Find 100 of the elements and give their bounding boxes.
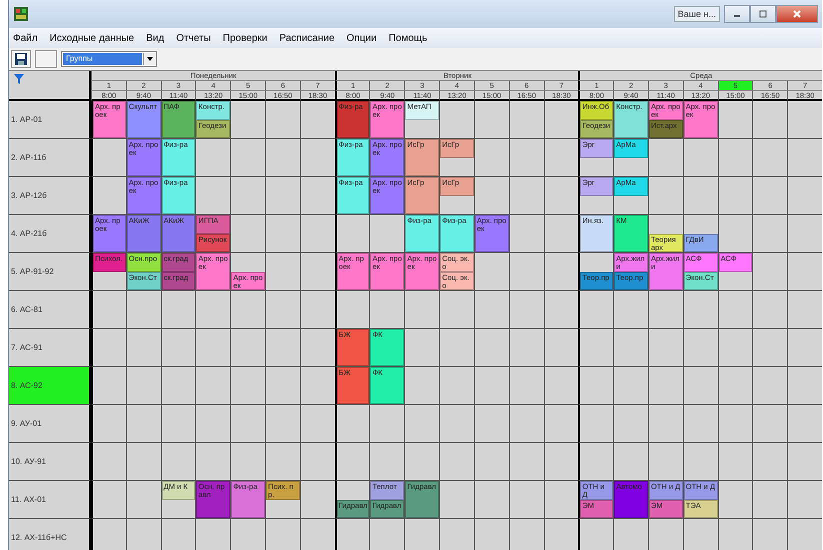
timetable-cell[interactable] xyxy=(265,177,300,215)
group-name[interactable]: 8. АС-92 xyxy=(9,367,91,405)
timetable-cell[interactable] xyxy=(91,329,126,367)
timetable-cell[interactable] xyxy=(578,367,614,405)
timetable-cell[interactable] xyxy=(682,291,718,329)
timetable-cell[interactable] xyxy=(300,139,335,177)
timetable-cell[interactable] xyxy=(474,101,509,139)
timetable-cell[interactable] xyxy=(682,139,718,177)
timetable-cell[interactable] xyxy=(230,101,266,139)
group-name[interactable]: 3. АР-12б xyxy=(9,177,91,215)
timetable-cell[interactable] xyxy=(474,139,509,177)
timetable-cell[interactable] xyxy=(300,443,335,481)
timetable-cell[interactable] xyxy=(752,481,788,519)
timetable-cell[interactable] xyxy=(718,443,752,481)
timetable-cell[interactable] xyxy=(265,253,300,291)
timetable-cell[interactable] xyxy=(682,329,718,367)
timetable-cell[interactable] xyxy=(648,291,683,329)
title-bar-button[interactable]: Ваше н... xyxy=(674,6,720,22)
timetable-cell[interactable] xyxy=(648,177,683,215)
menu-item[interactable]: Отчеты xyxy=(176,32,211,44)
timetable-cell[interactable] xyxy=(648,139,683,177)
timetable-cell[interactable] xyxy=(578,291,614,329)
timetable-cell[interactable] xyxy=(439,367,474,405)
timetable-cell[interactable] xyxy=(474,291,509,329)
timetable-cell[interactable] xyxy=(787,367,822,405)
timetable-cell[interactable] xyxy=(787,329,822,367)
timetable-cell[interactable] xyxy=(787,443,822,481)
timetable-cell[interactable] xyxy=(230,291,266,329)
timetable-cell[interactable] xyxy=(544,291,578,329)
timetable-cell[interactable] xyxy=(752,139,788,177)
timetable-cell[interactable] xyxy=(439,481,474,519)
timetable-cell[interactable] xyxy=(265,367,300,405)
timetable-cell[interactable] xyxy=(265,215,300,253)
timetable-cell[interactable] xyxy=(126,329,161,367)
group-name[interactable]: 1. АР-01 xyxy=(9,101,91,139)
timetable-cell[interactable] xyxy=(718,405,752,443)
timetable-cell[interactable] xyxy=(404,367,440,405)
timetable-cell[interactable] xyxy=(508,291,544,329)
timetable-cell[interactable] xyxy=(265,101,300,139)
timetable-cell[interactable] xyxy=(508,405,544,443)
save-button[interactable] xyxy=(11,50,31,68)
maximize-button[interactable] xyxy=(750,5,776,23)
timetable-cell[interactable] xyxy=(334,443,370,481)
timetable-cell[interactable] xyxy=(160,291,196,329)
group-name[interactable]: 7. АС-91 xyxy=(9,329,91,367)
timetable-cell[interactable] xyxy=(718,139,752,177)
timetable-cell[interactable] xyxy=(752,253,788,291)
menu-item[interactable]: Файл xyxy=(13,32,38,44)
timetable-cell[interactable] xyxy=(195,139,230,177)
group-name[interactable]: 11. АХ-01 xyxy=(9,481,91,519)
timetable-cell[interactable] xyxy=(404,329,440,367)
timetable-cell[interactable] xyxy=(126,367,161,405)
timetable-cell[interactable] xyxy=(508,101,544,139)
timetable-cell[interactable] xyxy=(544,405,578,443)
timetable-cell[interactable] xyxy=(126,291,161,329)
timetable-cell[interactable] xyxy=(265,139,300,177)
timetable-cell[interactable] xyxy=(508,443,544,481)
timetable-cell[interactable] xyxy=(230,215,266,253)
timetable-cell[interactable] xyxy=(544,215,578,253)
timetable-cell[interactable] xyxy=(752,177,788,215)
view-dropdown[interactable]: Группы xyxy=(61,51,157,67)
timetable-cell[interactable] xyxy=(195,367,230,405)
timetable-cell[interactable] xyxy=(369,405,404,443)
group-name[interactable]: 9. АУ-01 xyxy=(9,405,91,443)
timetable-cell[interactable] xyxy=(718,329,752,367)
timetable-cell[interactable] xyxy=(265,329,300,367)
timetable-cell[interactable] xyxy=(718,367,752,405)
menu-item[interactable]: Вид xyxy=(146,32,164,44)
timetable-cell[interactable] xyxy=(230,139,266,177)
timetable-cell[interactable] xyxy=(300,405,335,443)
timetable-cell[interactable] xyxy=(787,291,822,329)
timetable-cell[interactable] xyxy=(752,443,788,481)
timetable-cell[interactable] xyxy=(474,481,509,519)
timetable-cell[interactable] xyxy=(474,253,509,291)
timetable-cell[interactable] xyxy=(508,139,544,177)
timetable-cell[interactable] xyxy=(718,481,752,519)
group-name[interactable]: 12. АХ-11б+НС xyxy=(9,519,91,550)
timetable-cell[interactable] xyxy=(508,215,544,253)
timetable-cell[interactable] xyxy=(126,443,161,481)
timetable-cell[interactable] xyxy=(265,405,300,443)
menu-item[interactable]: Помощь xyxy=(388,32,428,44)
timetable-cell[interactable] xyxy=(334,405,370,443)
timetable-cell[interactable] xyxy=(718,101,752,139)
timetable-cell[interactable] xyxy=(300,291,335,329)
timetable-cell[interactable] xyxy=(300,481,335,519)
timetable-cell[interactable] xyxy=(544,481,578,519)
timetable-cell[interactable] xyxy=(613,405,648,443)
filter-icon[interactable] xyxy=(13,73,25,85)
menu-item[interactable]: Проверки xyxy=(222,32,268,44)
timetable-cell[interactable] xyxy=(195,329,230,367)
menu-item[interactable]: Опции xyxy=(346,32,377,44)
timetable-cell[interactable] xyxy=(91,367,126,405)
timetable-cell[interactable] xyxy=(300,329,335,367)
timetable-cell[interactable] xyxy=(682,367,718,405)
timetable-cell[interactable] xyxy=(474,405,509,443)
timetable-cell[interactable] xyxy=(439,443,474,481)
timetable-cell[interactable] xyxy=(91,481,126,519)
timetable-cell[interactable] xyxy=(508,177,544,215)
timetable-cell[interactable] xyxy=(160,329,196,367)
timetable-cell[interactable] xyxy=(752,101,788,139)
